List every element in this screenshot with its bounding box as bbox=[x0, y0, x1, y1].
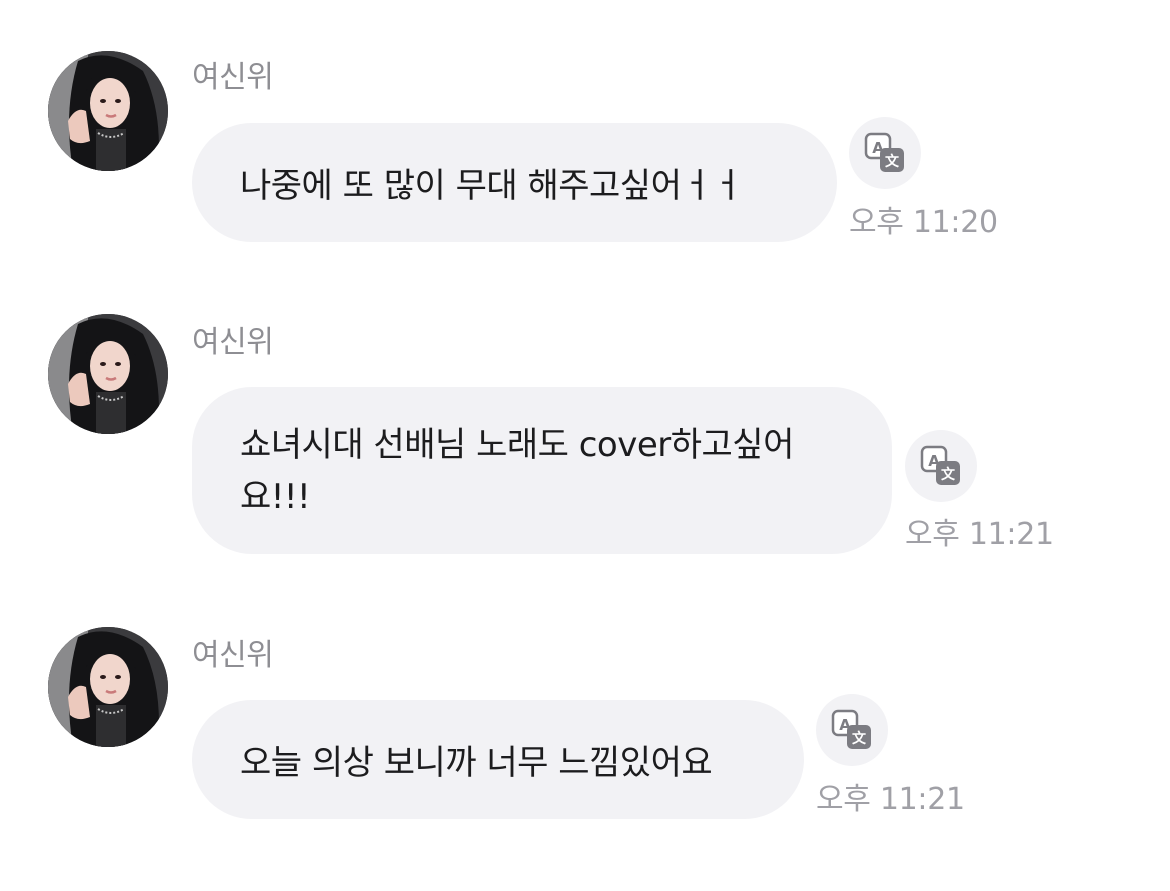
translate-icon: A 文 bbox=[864, 132, 904, 172]
sender-name: 여신위 bbox=[192, 638, 274, 673]
message-bubble[interactable]: 쇼녀시대 선배님 노래도 cover하고싶어요!!! bbox=[192, 387, 892, 554]
avatar-image bbox=[48, 51, 168, 171]
sender-name: 여신위 bbox=[192, 60, 274, 95]
timestamp: 오후 11:21 bbox=[816, 782, 965, 817]
message-bubble[interactable]: 오늘 의상 보니까 너무 느낌있어요 bbox=[192, 700, 804, 819]
translate-button[interactable]: A 文 bbox=[816, 694, 888, 766]
avatar[interactable] bbox=[48, 51, 168, 171]
translate-button[interactable]: A 文 bbox=[849, 117, 921, 189]
avatar-image bbox=[48, 314, 168, 434]
message-text: 오늘 의상 보니까 너무 느낌있어요 bbox=[240, 743, 713, 783]
sender-name: 여신위 bbox=[192, 325, 274, 360]
translate-icon: A 文 bbox=[831, 709, 871, 749]
message-text: 나중에 또 많이 무대 해주고싶어ㅓㅓ bbox=[240, 166, 743, 206]
avatar[interactable] bbox=[48, 314, 168, 434]
avatar[interactable] bbox=[48, 627, 168, 747]
timestamp: 오후 11:20 bbox=[849, 205, 998, 240]
timestamp: 오후 11:21 bbox=[905, 517, 1054, 552]
svg-text:文: 文 bbox=[941, 466, 956, 483]
avatar-image bbox=[48, 627, 168, 747]
message-text: 쇼녀시대 선배님 노래도 cover하고싶어요!!! bbox=[240, 424, 794, 517]
svg-text:文: 文 bbox=[885, 153, 900, 170]
translate-icon: A 文 bbox=[920, 445, 960, 485]
translate-button[interactable]: A 文 bbox=[905, 430, 977, 502]
svg-text:文: 文 bbox=[852, 730, 867, 747]
message-bubble[interactable]: 나중에 또 많이 무대 해주고싶어ㅓㅓ bbox=[192, 123, 837, 242]
